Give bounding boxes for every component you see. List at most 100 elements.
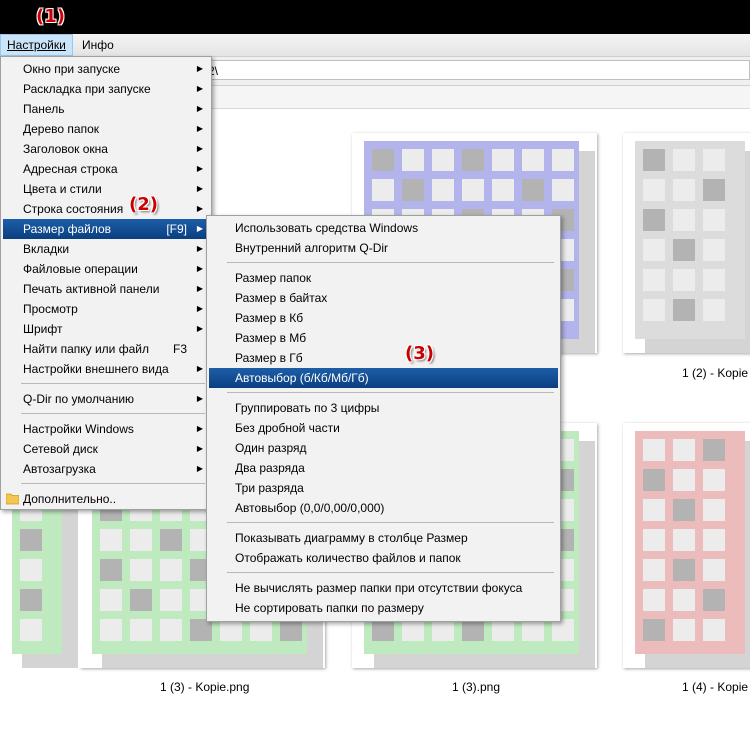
submenu-item-label: Группировать по 3 цифры <box>235 401 380 415</box>
settings-menu: Окно при запуске ▶ Раскладка при запуске ▶ П… <box>0 56 212 510</box>
pattern-cell <box>643 619 665 641</box>
submenu-item[interactable]: Автовыбор (0,0/0,00/0,000) <box>209 498 558 518</box>
pattern-cell <box>643 469 665 491</box>
thumbnail[interactable] <box>623 133 750 355</box>
menu-item[interactable]: Сетевой диск ▶ <box>3 439 209 459</box>
pattern-cell <box>372 619 394 641</box>
pattern-cell <box>130 619 152 641</box>
pattern-cell <box>280 619 302 641</box>
submenu-item[interactable]: Отображать количество файлов и папок <box>209 548 558 568</box>
submenu-item-label: Не сортировать папки по размеру <box>235 601 424 615</box>
submenu-item-label: Без дробной части <box>235 421 340 435</box>
marker-2: (2) <box>129 194 158 215</box>
submenu-item[interactable]: Использовать средства Windows <box>209 218 558 238</box>
submenu-item[interactable]: Группировать по 3 цифры <box>209 398 558 418</box>
menu-item[interactable]: Настройки внешнего вида ▶ <box>3 359 209 379</box>
menu-item[interactable]: Автозагрузка ▶ <box>3 459 209 479</box>
menu-item[interactable]: Шрифт ▶ <box>3 319 209 339</box>
submenu-item[interactable]: Не сортировать папки по размеру <box>209 598 558 618</box>
menu-item[interactable]: Найти папку или файл F3 <box>3 339 209 359</box>
submenu-item[interactable]: Два разряда <box>209 458 558 478</box>
submenu-item-label: Использовать средства Windows <box>235 221 419 235</box>
address-field[interactable]: 2\ <box>205 60 750 80</box>
menu-item[interactable]: Заголовок окна ▶ <box>3 139 209 159</box>
pattern-cell <box>673 439 695 461</box>
pattern-cell <box>703 299 725 321</box>
pattern-cell <box>673 149 695 171</box>
pattern-cell <box>643 149 665 171</box>
submenu-item-label: Автовыбор (0,0/0,00/0,000) <box>235 501 385 515</box>
submenu-item[interactable]: Три разряда <box>209 478 558 498</box>
menu-item[interactable]: Размер файлов [F9] ▶ <box>3 219 209 239</box>
menu-item-label: Шрифт <box>23 322 63 336</box>
submenu-item-label: Один разряд <box>235 441 307 455</box>
menu-info[interactable]: Инфо <box>76 34 120 56</box>
submenu-item[interactable]: Автовыбор (б/Кб/Мб/Гб) <box>209 368 558 388</box>
menu-item[interactable]: Окно при запуске ▶ <box>3 59 209 79</box>
menu-item[interactable]: Печать активной панели ▶ <box>3 279 209 299</box>
menu-item[interactable]: Дополнительно.. <box>3 489 209 509</box>
pattern-cell <box>673 529 695 551</box>
thumbnail[interactable] <box>623 423 750 670</box>
menu-item[interactable]: Цвета и стили ▶ <box>3 179 209 199</box>
submenu-arrow-icon: ▶ <box>196 124 203 133</box>
menu-item-label: Окно при запуске <box>23 62 121 76</box>
pattern-cell <box>703 209 725 231</box>
pattern-cell <box>643 589 665 611</box>
submenu-item[interactable]: Размер в байтах <box>209 288 558 308</box>
menu-bar: Настройки Инфо <box>0 34 750 57</box>
pattern-cell <box>673 499 695 521</box>
submenu-arrow-icon: ▶ <box>196 204 203 213</box>
submenu-item[interactable]: Показывать диаграмму в столбце Размер <box>209 528 558 548</box>
pattern-cell <box>160 589 182 611</box>
submenu-item-label: Размер в Гб <box>235 351 303 365</box>
submenu-item[interactable]: Внутренний алгоритм Q-Dir <box>209 238 558 258</box>
pattern-cell <box>432 179 454 201</box>
submenu-arrow-icon: ▶ <box>196 264 203 273</box>
menu-item[interactable]: Адресная строка ▶ <box>3 159 209 179</box>
pattern-cell <box>703 179 725 201</box>
submenu-item[interactable]: Размер в Кб <box>209 308 558 328</box>
menu-item[interactable]: Дерево папок ▶ <box>3 119 209 139</box>
pattern-cell <box>643 269 665 291</box>
pattern-cell <box>703 239 725 261</box>
menu-item[interactable]: Вкладки ▶ <box>3 239 209 259</box>
thumbnail-caption: 1 (3).png <box>452 680 501 694</box>
marker-1: (1) <box>36 6 65 27</box>
menu-item[interactable]: Строка состояния ▶ <box>3 199 209 219</box>
submenu-item-label: Отображать количество файлов и папок <box>235 551 461 565</box>
menu-separator <box>227 572 554 573</box>
thumbnail-image <box>635 141 750 355</box>
menu-item-label: Дополнительно.. <box>23 492 117 506</box>
submenu-item[interactable]: Размер в Мб <box>209 328 558 348</box>
submenu-item[interactable]: Не вычислять размер папки при отсутствии… <box>209 578 558 598</box>
pattern-cell <box>552 619 574 641</box>
submenu-item[interactable]: Размер папок <box>209 268 558 288</box>
pattern-cell <box>402 619 424 641</box>
menu-item-label: Настройки внешнего вида <box>23 362 169 376</box>
submenu-item-label: Размер в Кб <box>235 311 304 325</box>
menu-item[interactable]: Q-Dir по умолчанию ▶ <box>3 389 209 409</box>
menu-item[interactable]: Панель ▶ <box>3 99 209 119</box>
pattern-cell <box>100 589 122 611</box>
menu-item[interactable]: Настройки Windows ▶ <box>3 419 209 439</box>
menu-item-label: Адресная строка <box>23 162 118 176</box>
menu-item-label: Панель <box>23 102 65 116</box>
pattern-cell <box>673 619 695 641</box>
submenu-item[interactable]: Без дробной части <box>209 418 558 438</box>
submenu-arrow-icon: ▶ <box>196 144 203 153</box>
menu-item[interactable]: Просмотр ▶ <box>3 299 209 319</box>
submenu-arrow-icon: ▶ <box>196 464 203 473</box>
pattern-cell <box>130 529 152 551</box>
pattern-cell <box>432 149 454 171</box>
pattern-cell <box>20 589 42 611</box>
menu-item[interactable]: Файловые операции ▶ <box>3 259 209 279</box>
menu-settings[interactable]: Настройки <box>0 34 73 56</box>
menu-item[interactable]: Раскладка при запуске ▶ <box>3 79 209 99</box>
menu-item-label: Заголовок окна <box>23 142 108 156</box>
pattern-cell <box>20 559 42 581</box>
menu-item-label: Настройки Windows <box>23 422 134 436</box>
submenu-item[interactable]: Размер в Гб <box>209 348 558 368</box>
pattern-cell <box>643 439 665 461</box>
submenu-item[interactable]: Один разряд <box>209 438 558 458</box>
